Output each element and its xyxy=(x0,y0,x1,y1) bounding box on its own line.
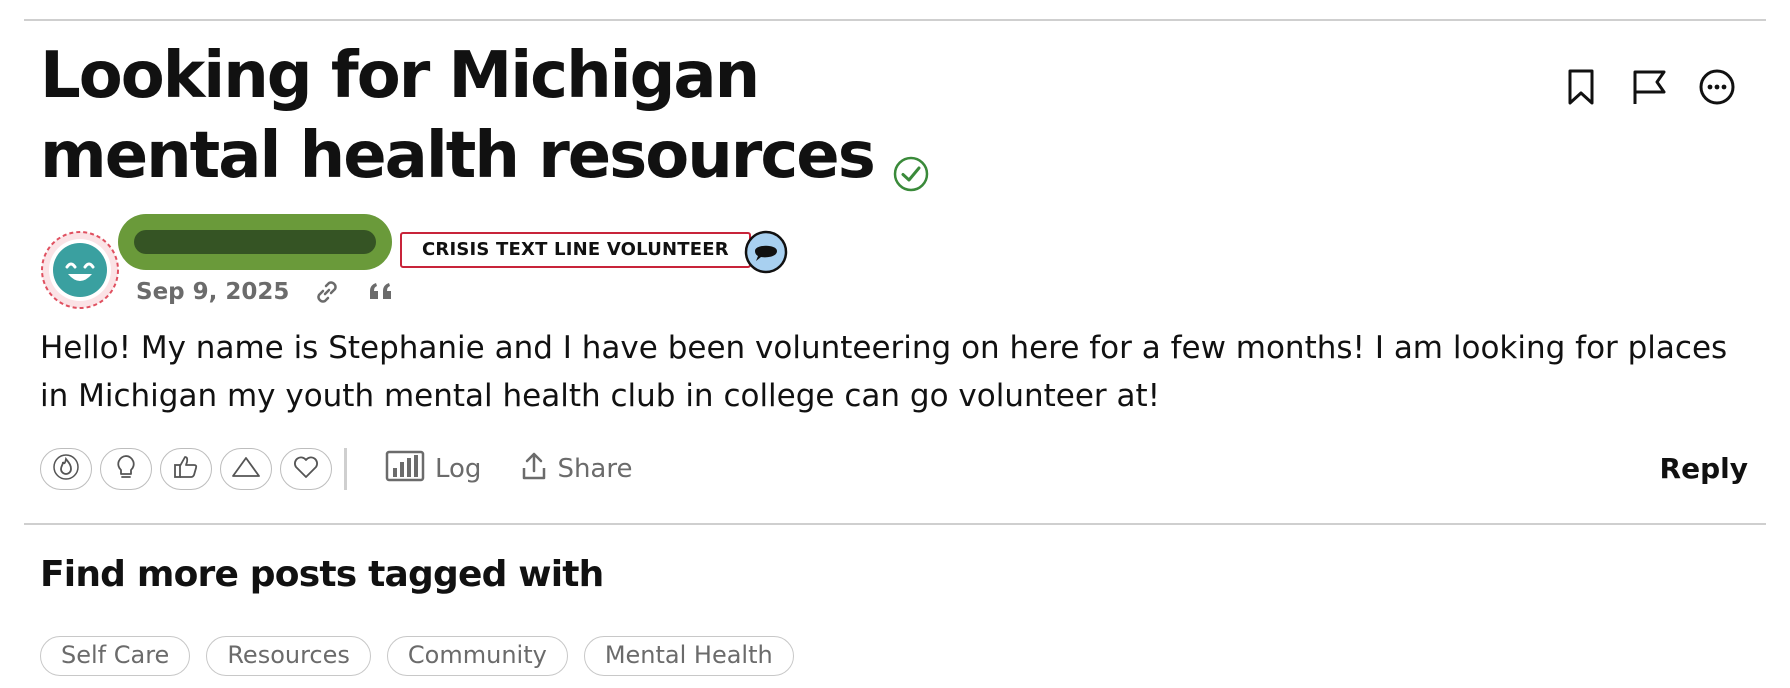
tags-heading: Find more posts tagged with xyxy=(40,554,604,595)
share-button[interactable]: Share xyxy=(521,451,632,488)
log-label: Log xyxy=(435,454,482,484)
post-title: Looking for Michigan mental health resou… xyxy=(40,36,1000,196)
bookmark-icon[interactable] xyxy=(1560,66,1602,108)
verified-check-icon xyxy=(892,132,930,192)
reply-button[interactable]: Reply xyxy=(1660,452,1748,485)
link-icon[interactable] xyxy=(311,276,343,308)
tag-self-care[interactable]: Self Care xyxy=(40,636,191,676)
reaction-divider xyxy=(344,448,347,490)
post-date: Sep 9, 2025 xyxy=(136,279,290,305)
author-row: CRISIS TEXT LINE VOLUNTEER Sep 9, 2025 xyxy=(40,214,940,314)
heart-reaction-button[interactable] xyxy=(280,448,332,490)
post-body: Hello! My name is Stephanie and I have b… xyxy=(40,330,1728,414)
tag-community[interactable]: Community xyxy=(386,636,568,676)
avatar[interactable] xyxy=(40,230,120,310)
author-name-redacted[interactable] xyxy=(118,214,392,270)
quote-icon[interactable] xyxy=(365,276,397,308)
flag-icon[interactable] xyxy=(1628,66,1670,108)
fire-reaction-button[interactable] xyxy=(40,448,92,490)
upvote-triangle-icon xyxy=(231,455,261,483)
thumbs-up-icon xyxy=(172,453,200,485)
lightbulb-reaction-button[interactable] xyxy=(100,448,152,490)
bar-chart-icon xyxy=(385,450,425,489)
section-divider xyxy=(24,523,1766,525)
share-icon xyxy=(521,451,547,488)
heart-icon xyxy=(292,454,320,484)
fire-icon xyxy=(52,453,80,485)
thumbs-up-reaction-button[interactable] xyxy=(160,448,212,490)
upvote-reaction-button[interactable] xyxy=(220,448,272,490)
top-divider xyxy=(24,19,1766,21)
post-header-actions xyxy=(1560,66,1738,108)
redaction-bar xyxy=(134,230,376,254)
chat-bubble-icon xyxy=(744,230,788,274)
post-meta: Sep 9, 2025 xyxy=(136,276,397,308)
tag-resources[interactable]: Resources xyxy=(206,636,371,676)
tag-mental-health[interactable]: Mental Health xyxy=(583,636,794,676)
log-button[interactable]: Log xyxy=(385,450,481,489)
reaction-bar: Log Share xyxy=(40,448,664,490)
lightbulb-icon xyxy=(112,453,140,485)
tag-list: Self Care Resources Community Mental Hea… xyxy=(40,636,794,676)
author-role-badge: CRISIS TEXT LINE VOLUNTEER xyxy=(400,232,751,268)
share-label: Share xyxy=(557,454,633,484)
more-options-icon[interactable] xyxy=(1696,66,1738,108)
post-title-text: Looking for Michigan mental health resou… xyxy=(40,39,876,193)
